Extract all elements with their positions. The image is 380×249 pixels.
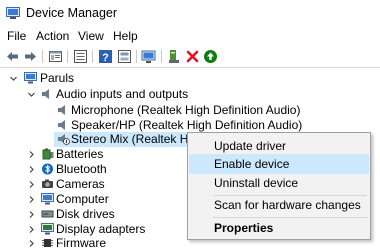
tree-node-cameras[interactable]: Cameras [0,177,180,192]
menu-action[interactable]: Action [36,29,69,43]
tree-node-batteries[interactable]: Batteries [0,147,180,162]
speaker-icon [58,105,65,115]
tree-node-label: Cameras [56,177,105,191]
toolbar-separator [67,50,68,63]
properties-icon[interactable] [48,49,63,64]
menu-item-label: Enable device [214,157,290,171]
toolbar-separator [136,50,137,63]
tree-node-root[interactable]: Paruls [0,71,380,86]
chevron-down-icon[interactable] [27,90,36,99]
update-driver-icon[interactable] [167,49,182,64]
menu-item-label: Uninstall device [214,176,299,190]
menu-file[interactable]: File [7,29,26,43]
tree-node-label: Batteries [56,147,104,161]
scan-hardware-menu-item[interactable]: Scan for hardware changes [189,195,369,215]
computer-icon [24,72,37,84]
tree-node-label: Microphone (Realtek High Definition Audi… [71,103,301,117]
tree-node-audio[interactable]: Audio inputs and outputs [0,87,380,102]
disk-drive-icon [41,210,54,218]
update-driver-menu-item[interactable]: Update driver [189,136,369,156]
help-icon[interactable]: ? [98,49,113,64]
speaker-icon [58,120,65,130]
chevron-down-icon[interactable] [9,74,18,83]
menu-view[interactable]: View [78,29,104,43]
tree-node-microphone[interactable]: Microphone (Realtek High Definition Audi… [0,103,380,118]
window-title: Device Manager [26,6,118,20]
tree-node-computer[interactable]: Computer [0,192,180,207]
menu-item-label: Update driver [214,139,287,153]
battery-icon [42,148,54,160]
bluetooth-icon [42,163,53,175]
tree-node-label: Paruls [40,71,75,85]
display-adapter-icon [41,223,54,235]
svg-text:?: ? [102,52,109,64]
menu-item-label: Scan for hardware changes [214,198,361,212]
menu-item-label: Properties [214,221,274,235]
uninstall-icon[interactable] [185,49,200,64]
menu-help[interactable]: Help [113,29,138,43]
show-hidden-icon[interactable] [73,49,88,64]
scan-icon[interactable] [117,49,132,64]
tree-node-bluetooth[interactable]: Bluetooth [0,162,180,177]
tree-node-label: Audio inputs and outputs [56,87,189,101]
computer-icon [41,193,54,205]
chevron-right-icon[interactable] [27,165,36,174]
uninstall-device-menu-item[interactable]: Uninstall device [189,173,369,193]
chevron-right-icon[interactable] [27,150,36,159]
properties-menu-item[interactable]: Properties [189,218,369,238]
chevron-right-icon[interactable] [27,195,36,204]
toolbar-separator [42,50,43,63]
tree-node-label: Firmware [56,236,106,249]
chip-icon [42,239,53,247]
device-manager-icon [6,7,20,19]
menu-bar: File Action View Help [0,27,380,46]
toolbar-separator [161,50,162,63]
tree-node-speaker[interactable]: Speaker/HP (Realtek High Definition Audi… [0,118,380,133]
context-menu: Update driver Enable device Uninstall de… [187,132,371,240]
enable-icon[interactable] [203,49,218,64]
speaker-icon [42,89,49,99]
camera-icon [42,179,53,188]
tree-node-label: Speaker/HP (Realtek High Definition Audi… [71,118,303,132]
tree-node-label: Bluetooth [56,162,107,176]
tree-node-firmware[interactable]: Firmware [0,236,180,249]
chevron-right-icon[interactable] [27,180,36,189]
enable-device-menu-item[interactable]: Enable device [189,154,369,174]
forward-icon[interactable] [23,49,38,64]
monitor-icon[interactable] [141,49,156,64]
chevron-right-icon[interactable] [27,210,36,219]
disabled-speaker-icon [58,134,70,145]
back-icon[interactable] [5,49,20,64]
toolbar-separator [92,50,93,63]
chevron-right-icon[interactable] [27,239,36,248]
tree-node-label: Disk drives [56,207,115,221]
tree-node-label: Computer [56,192,109,206]
tree-node-label: Display adapters [56,222,146,236]
toolbar: ? [0,46,380,67]
title-bar: Device Manager [0,0,380,27]
tree-node-display-adapters[interactable]: Display adapters [0,222,180,237]
chevron-right-icon[interactable] [27,225,36,234]
tree-node-disk-drives[interactable]: Disk drives [0,207,180,222]
